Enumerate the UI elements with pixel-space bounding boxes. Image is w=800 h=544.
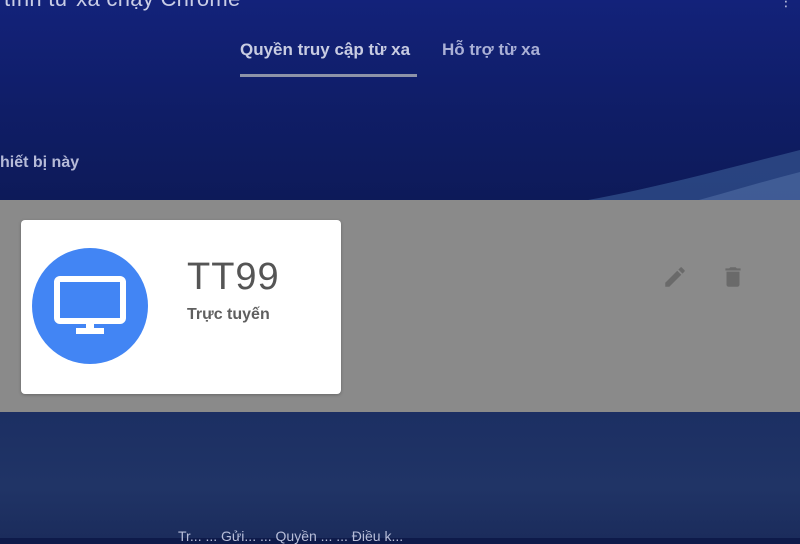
monitor-icon xyxy=(54,276,126,334)
page-background xyxy=(0,412,800,538)
pencil-icon xyxy=(665,267,685,287)
footer-links[interactable]: Tr... ... Gửi... ... Quyền ... ... Điều … xyxy=(178,528,403,544)
device-avatar xyxy=(32,248,148,364)
tab-remote-access[interactable]: Quyền truy cập từ xa xyxy=(240,40,410,60)
active-tab-indicator xyxy=(240,74,417,77)
header-wave-decoration xyxy=(560,150,800,205)
trash-icon xyxy=(725,267,741,287)
section-heading: hiết bị này xyxy=(0,154,80,171)
app-header: tính từ xa chạy Chrome ⋮ Quyền truy cập … xyxy=(0,0,800,205)
device-name: TT99 xyxy=(187,256,280,298)
more-options-icon[interactable]: ⋮ xyxy=(779,0,793,8)
tab-remote-support[interactable]: Hỗ trợ từ xa xyxy=(442,40,540,60)
page-title: tính từ xa chạy Chrome xyxy=(4,0,241,12)
device-status: Trực tuyến xyxy=(187,306,270,323)
edit-button[interactable] xyxy=(662,264,688,290)
delete-button[interactable] xyxy=(720,264,746,290)
device-card[interactable]: TT99 Trực tuyến xyxy=(21,220,341,394)
